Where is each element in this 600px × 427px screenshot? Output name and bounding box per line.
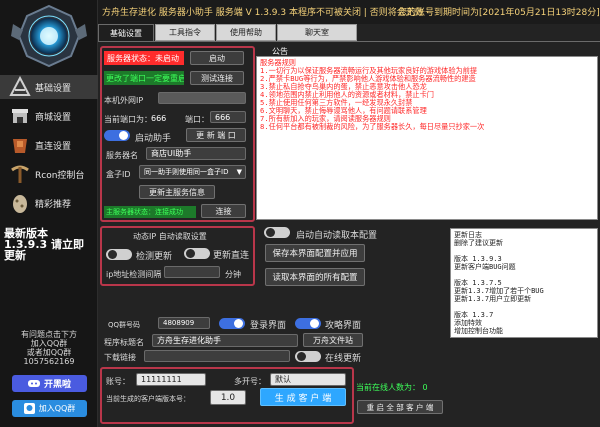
online-update-toggle[interactable] [295,351,321,362]
auto-start-toggle[interactable] [104,130,130,141]
current-port-value: 666 [151,114,167,123]
interval-unit: 分钟 [225,270,241,279]
load-config-button[interactable]: 读取本界面的所有配置 [265,268,365,286]
contact-info: 有问题点击下方 加入QQ群 或者加QQ群 1057562169 [21,330,77,366]
dark-team-button[interactable]: 开黑啦 [12,375,87,392]
sidebar-item-label: 精彩推荐 [35,199,72,210]
pickaxe-icon [8,162,32,186]
version-promo: 最新版本 1.3.9.3 请立即 更新 [4,227,84,262]
sidebar-item-direct-settings[interactable]: 直连设置 [0,133,98,157]
port-field[interactable]: 666 [210,111,246,123]
changelog-textarea[interactable]: 更新日志 删除了建议更新 版本 1.3.9.3 更新客户端BUG问题 版本 1.… [450,228,598,338]
sidebar-item-basic-settings[interactable]: 基础设置 [0,75,98,99]
update-direct-toggle[interactable] [184,248,210,259]
tab-tool-commands[interactable]: 工具指令 [155,24,215,41]
account-field[interactable]: 11111111 [136,373,206,386]
start-button[interactable]: 启动 [190,51,244,65]
dynamic-ip-title: 动态IP 自动读取设置 [133,232,207,241]
client-version-field[interactable]: 1.0 [210,390,246,405]
qq-group-label: QQ群号码 [108,321,141,329]
test-connection-button[interactable]: 测试连接 [190,71,244,85]
auto-start-label: 启动助手 [135,134,172,144]
window-title: 方舟生存进化 服务器小助手 服务端 V 1.3.9.3 本程序不可被关闭 | 否… [102,8,424,18]
armor-icon [8,133,32,157]
download-link-label: 下载链接 [104,353,136,362]
tab-help[interactable]: 使用帮助 [216,24,276,41]
main-server-status: 主服务器状态：连接成功 [104,206,196,218]
restart-all-clients-button[interactable]: 重 启 全 部 客 户 端 [357,400,443,414]
ip-interval-label: ip地址检测间隔 [106,270,162,279]
ip-interval-field[interactable] [164,266,220,278]
server-name-label: 服务器名 [106,151,138,160]
sidebar: 基础设置 商城设置 直连设置 Rcon控制台 精彩推荐 最新版本 1.3.9.3… [0,0,98,427]
dino-egg-icon [8,191,32,215]
shop-icon [8,104,32,128]
program-title-label: 程序标题名 [104,338,144,347]
box-id-label: 盒子ID [106,170,131,179]
update-server-info-button[interactable]: 更新主服务信息 [139,185,215,199]
game-controller-icon [27,379,40,388]
server-name-field[interactable]: 商店UI助手 [146,147,246,160]
qq-group-field[interactable]: 4808909 [158,317,210,329]
sidebar-item-label: 商城设置 [35,112,72,123]
save-config-button[interactable]: 保存本界面配置并应用 [265,244,365,262]
app-logo-icon [9,4,89,68]
online-count: 当前在线人数为： 0 [356,383,428,392]
guide-screen-label: 攻略界面 [325,321,362,331]
multi-account-field[interactable]: 默认 [270,373,346,386]
tab-divider [98,41,600,42]
chevron-down-icon: ▼ [236,168,242,176]
server-status-label: 服务器状态：未启动 [104,51,184,65]
ip-label: 本机外网IP [104,96,144,105]
guide-screen-toggle[interactable] [295,318,321,329]
external-ip-field[interactable] [158,92,246,104]
detect-update-label: 检测更新 [136,252,173,262]
connect-button[interactable]: 连接 [201,204,246,218]
generate-client-button[interactable]: 生 成 客 户 端 [260,388,346,406]
sidebar-item-shop-settings[interactable]: 商城设置 [0,104,98,128]
tab-basic-settings[interactable]: 基础设置 [98,24,154,41]
update-direct-label: 更新直连 [213,251,250,261]
sidebar-item-rcon-console[interactable]: Rcon控制台 [0,162,98,186]
client-version-label: 当前生成的客户端版本号： [106,395,190,403]
join-qq-group-button[interactable]: 加入QQ群 [12,400,87,417]
qq-icon [23,403,35,414]
account-label: 账号： [106,377,130,386]
auto-read-config-toggle[interactable] [264,227,290,238]
login-screen-toggle[interactable] [219,318,245,329]
login-screen-label: 登录界面 [250,321,287,331]
port-warning: 更改了端口一定要重启 [104,71,184,85]
download-link-field[interactable] [144,350,290,362]
port-label: 端口： [185,115,209,124]
program-title-field[interactable]: 方舟生存进化助手 [152,334,298,347]
sidebar-item-label: Rcon控制台 [35,170,85,181]
current-port-label: 当前端口为： [104,115,152,124]
multi-account-label: 多开号： [234,377,266,386]
box-id-select[interactable]: 同一助手则使用同一盒子ID ▼ [139,165,246,179]
account-expiry: 您的账号到期时间为[2021年05月21日13时28分] [398,8,600,18]
detect-update-toggle[interactable] [106,249,132,260]
online-update-label: 在线更新 [325,354,362,364]
auto-read-config-label: 启动自动读取本配置 [296,231,378,241]
sidebar-item-recommend[interactable]: 精彩推荐 [0,191,98,215]
sidebar-item-label: 直连设置 [35,141,72,152]
file-site-button[interactable]: 万舟文件站 [303,333,363,347]
announcement-textarea[interactable]: 服务器规则 1.一切行为以保证服务器流畅运行及其他玩家良好的游戏体验为前提 2.… [256,56,598,220]
sidebar-item-label: 基础设置 [35,83,72,94]
tab-chat-room[interactable]: 聊天室 [277,24,357,41]
ark-logo-icon [8,75,32,99]
update-port-button[interactable]: 更 新 端 口 [186,128,246,142]
